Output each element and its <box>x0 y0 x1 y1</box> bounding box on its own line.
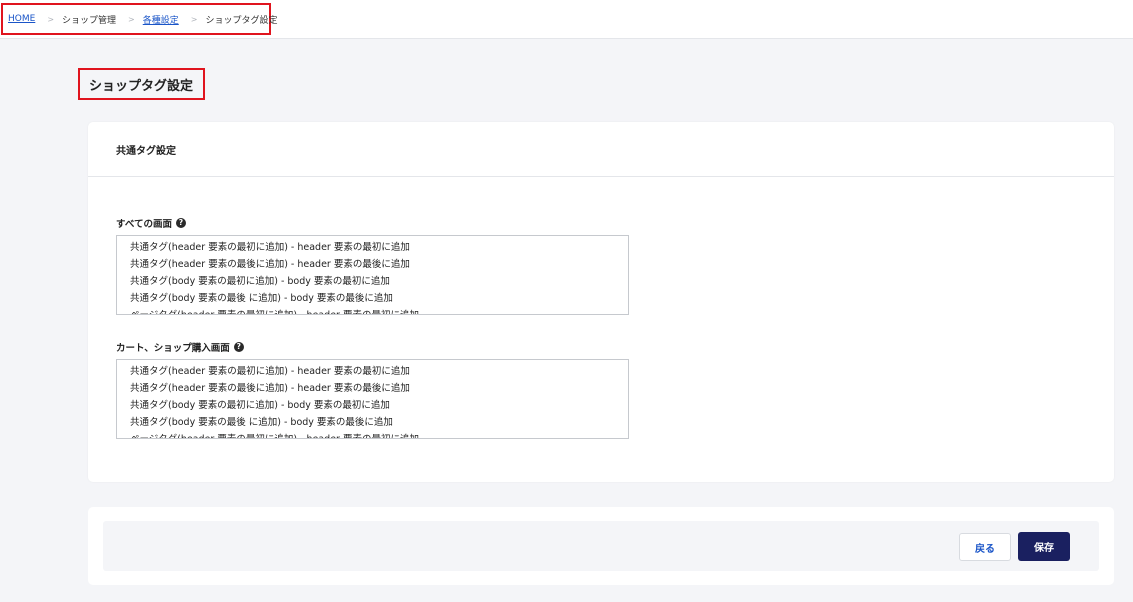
breadcrumb-home-link[interactable]: HOME <box>8 14 35 24</box>
all-screens-label-text: すべての画面 <box>116 219 172 230</box>
list-item[interactable]: 共通タグ(header 要素の最後に追加) - header 要素の最後に追加 <box>117 380 628 397</box>
all-screens-tag-listbox[interactable]: 共通タグ(header 要素の最初に追加) - header 要素の最初に追加 … <box>116 235 629 315</box>
breadcrumb-shop-admin: ショップ管理 <box>62 15 117 26</box>
list-item[interactable]: ページタグ(header 要素の最初に追加) - header 要素の最初に追加 <box>117 431 628 438</box>
list-item[interactable]: ページタグ(header 要素の最初に追加) - header 要素の最初に追加 <box>117 307 628 314</box>
list-item[interactable]: 共通タグ(header 要素の最初に追加) - header 要素の最初に追加 <box>117 239 628 256</box>
list-item[interactable]: 共通タグ(body 要素の最初に追加) - body 要素の最初に追加 <box>117 397 628 414</box>
list-item[interactable]: 共通タグ(body 要素の最後 に追加) - body 要素の最後に追加 <box>117 414 628 431</box>
top-bar: HOME > ショップ管理 > 各種設定 > ショップタグ設定 <box>0 0 1133 39</box>
breadcrumb-separator: > <box>128 14 135 24</box>
save-button[interactable]: 保存 <box>1018 532 1070 561</box>
card-header-title: 共通タグ設定 <box>116 145 176 157</box>
card-header: 共通タグ設定 <box>88 122 1114 177</box>
back-button[interactable]: 戻る <box>959 533 1011 561</box>
breadcrumb: HOME > ショップ管理 > 各種設定 > ショップタグ設定 <box>1 3 277 35</box>
list-item[interactable]: 共通タグ(body 要素の最後 に追加) - body 要素の最後に追加 <box>117 290 628 307</box>
question-circle-icon[interactable]: ? <box>233 342 244 352</box>
all-screens-label: すべての画面 ? <box>116 216 186 230</box>
footer-card: 戻る 保存 <box>88 507 1114 585</box>
cart-screens-label-text: カート、ショップ購入画面 <box>116 343 230 354</box>
breadcrumb-separator: > <box>190 14 198 24</box>
list-item[interactable]: 共通タグ(header 要素の最初に追加) - header 要素の最初に追加 <box>117 363 628 380</box>
page-title: ショップタグ設定 <box>78 68 205 100</box>
cart-screens-label: カート、ショップ購入画面 ? <box>116 340 244 354</box>
common-tag-settings-card: 共通タグ設定 すべての画面 ? 共通タグ(header 要素の最初に追加) - … <box>88 122 1114 482</box>
breadcrumb-current: ショップタグ設定 <box>205 15 278 26</box>
list-item[interactable]: 共通タグ(header 要素の最後に追加) - header 要素の最後に追加 <box>117 256 628 273</box>
cart-screens-tag-listbox[interactable]: 共通タグ(header 要素の最初に追加) - header 要素の最初に追加 … <box>116 359 629 439</box>
question-circle-icon[interactable]: ? <box>175 218 186 228</box>
breadcrumb-settings-link[interactable]: 各種設定 <box>143 13 179 26</box>
page-title-text: ショップタグ設定 <box>89 78 194 94</box>
footer-action-bar: 戻る 保存 <box>103 521 1099 571</box>
breadcrumb-separator: > <box>47 14 55 24</box>
list-item[interactable]: 共通タグ(body 要素の最初に追加) - body 要素の最初に追加 <box>117 273 628 290</box>
